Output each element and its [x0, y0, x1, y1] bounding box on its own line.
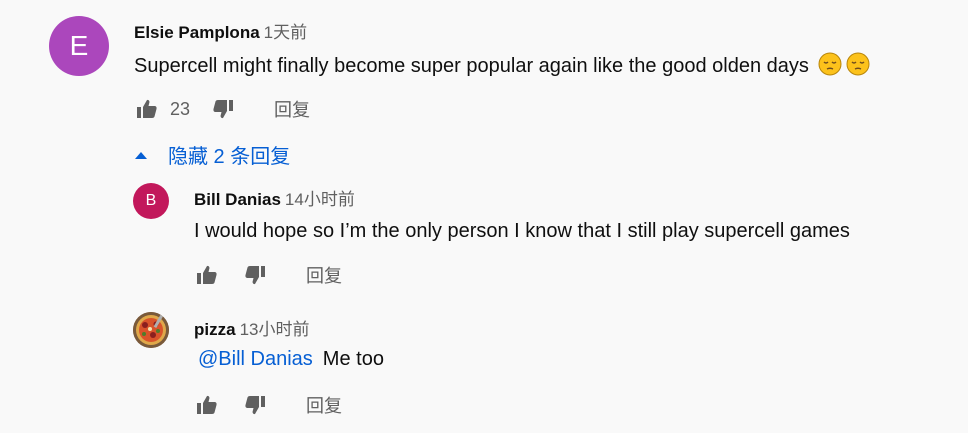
thumbs-down-icon [213, 100, 234, 119]
like-button[interactable] [134, 96, 160, 122]
mention-link[interactable]: @Bill Danias [198, 348, 313, 370]
hide-replies-label: 隐藏 2 条回复 [168, 146, 291, 168]
reply-button[interactable]: 回复 [306, 392, 342, 418]
reply-author[interactable]: Bill Danias [194, 190, 281, 209]
reply-actions: 回复 [194, 392, 342, 418]
avatar[interactable]: E [49, 16, 109, 76]
triangle-up-icon [135, 151, 147, 159]
reply-header: Bill Danias 14小时前 [194, 185, 355, 210]
thumbs-up-icon [197, 395, 217, 414]
comment-header: Elsie Pamplona 1天前 [134, 18, 307, 43]
avatar-letter: B [145, 192, 157, 209]
avatar[interactable]: B [133, 183, 169, 219]
reply-time[interactable]: 13小时前 [240, 320, 310, 339]
reply-text: @Bill Danias Me too [194, 348, 384, 371]
comment: E Elsie Pamplona 1天前 Supercell might fina… [0, 0, 968, 140]
avatar-letter: E [69, 30, 89, 61]
like-count: 23 [170, 98, 191, 119]
pensive-face-icon [818, 52, 842, 76]
reply-text-content: Me too [322, 348, 384, 370]
comment-author[interactable]: Elsie Pamplona [134, 23, 260, 42]
comment-time[interactable]: 1天前 [264, 23, 307, 42]
reply-text: I would hope so I’m the only person I kn… [194, 220, 850, 242]
avatar[interactable] [133, 312, 169, 348]
dislike-button[interactable] [242, 392, 268, 418]
like-button[interactable] [194, 392, 220, 418]
thumbs-down-icon [245, 396, 265, 415]
comment-actions: 23 回复 [134, 96, 310, 122]
thumbs-up-icon [197, 265, 217, 284]
reply-button[interactable]: 回复 [274, 96, 310, 122]
reply-actions: 回复 [194, 262, 342, 288]
like-button[interactable] [194, 262, 220, 288]
reply-author[interactable]: pizza [194, 320, 236, 339]
thumbs-up-icon [137, 99, 157, 118]
reply-comment: B Bill Danias 14小时前 I would hope so I’m t… [0, 170, 968, 300]
hide-replies-toggle[interactable]: 隐藏 2 条回复 [134, 140, 290, 169]
comment-text-content: Supercell might finally become super pop… [134, 55, 809, 77]
dislike-button[interactable] [242, 262, 268, 288]
dislike-button[interactable] [210, 96, 236, 122]
reply-comment: pizza 13小时前 @Bill Danias Me too 回复 [0, 300, 968, 433]
reply-time[interactable]: 14小时前 [285, 190, 355, 209]
thumbs-down-icon [245, 266, 265, 285]
reply-header: pizza 13小时前 [194, 315, 309, 340]
pizza-photo-icon [133, 312, 169, 348]
reply-button[interactable]: 回复 [306, 262, 342, 288]
pensive-face-icon [846, 52, 870, 76]
comment-text: Supercell might finally become super pop… [134, 52, 870, 78]
